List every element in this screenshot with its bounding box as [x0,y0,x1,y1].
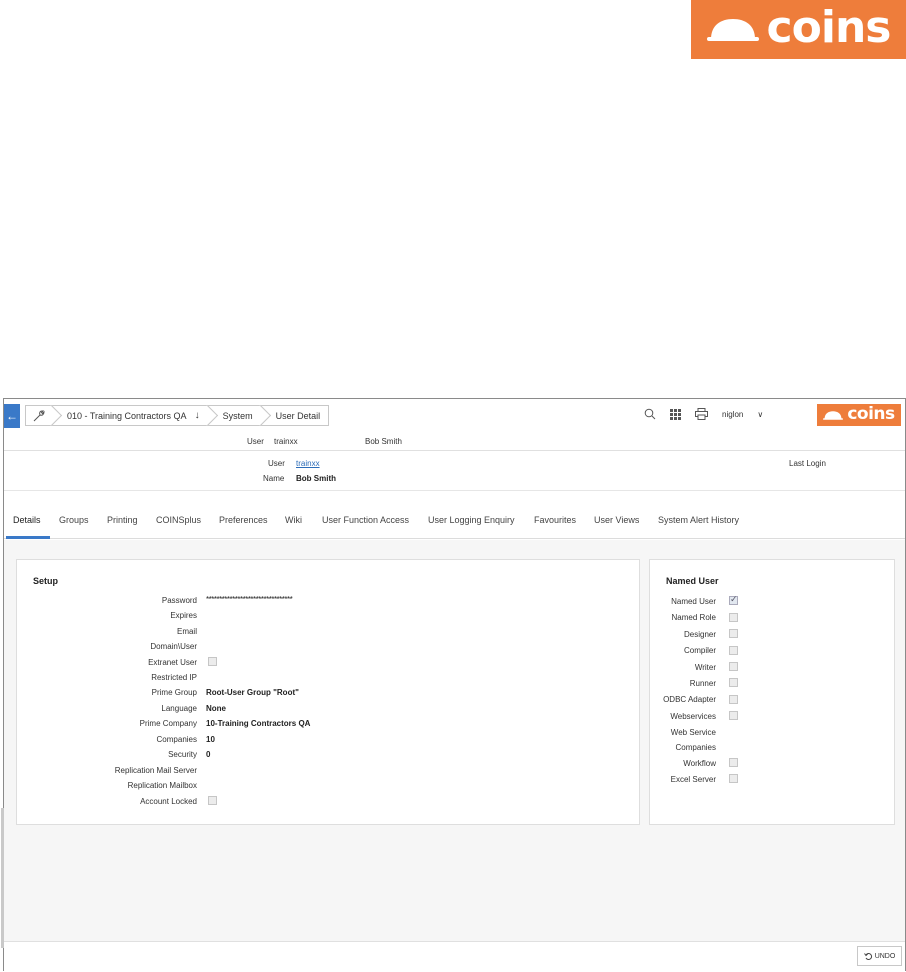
user-menu[interactable]: niglon [722,410,743,419]
breadcrumb-company[interactable]: 010 - Training Contractors QA ↓ [52,405,208,426]
prime-company-value: 10-Training Contractors QA [206,719,311,728]
header-user-link[interactable]: trainxx [296,459,320,468]
named-user-panel: Named User Named User Named Role Designe… [649,559,895,825]
password-value[interactable]: ********************************* [206,595,293,604]
writer-label: Writer [694,663,716,672]
app-window: ← 010 - Training Contractors QA ↓ System… [1,398,906,972]
breadcrumb: 010 - Training Contractors QA ↓ System U… [25,404,330,427]
header-name-value: Bob Smith [296,474,336,483]
tab-coinsplus[interactable]: COINSplus [156,515,201,525]
context-name-value: Bob Smith [365,437,402,446]
named-user-title: Named User [666,576,719,586]
record-header: User trainxx Name Bob Smith Last Login [4,451,905,491]
excel-server-checkbox[interactable] [729,774,738,783]
active-tab-indicator [6,536,50,539]
tab-wiki[interactable]: Wiki [285,515,302,525]
tab-user-function-access[interactable]: User Function Access [322,515,409,525]
companies-label: Companies [156,735,197,744]
replication-mail-server-label: Replication Mail Server [114,766,197,775]
tab-favourites[interactable]: Favourites [534,515,576,525]
compiler-checkbox[interactable] [729,646,738,655]
domain-user-label: Domain\User [150,642,197,651]
search-icon[interactable] [644,408,656,420]
tab-groups[interactable]: Groups [59,515,89,525]
odbc-adapter-checkbox[interactable] [729,695,738,704]
tab-printing[interactable]: Printing [107,515,138,525]
designer-label: Designer [683,630,716,639]
coins-logo-small: coins [817,404,901,426]
resize-handle[interactable] [1,808,4,948]
apps-grid-icon[interactable] [670,408,681,420]
language-label: Language [161,704,197,713]
hard-hat-icon [823,410,844,420]
setup-panel: Setup Password *************************… [16,559,640,825]
odbc-adapter-label: ODBC Adapter [663,695,716,704]
hard-hat-icon [706,18,759,41]
replication-mailbox-label: Replication Mailbox [127,781,197,790]
details-content: Setup Password *************************… [1,540,905,948]
runner-label: Runner [689,679,716,688]
header-name-label: Name [263,474,285,483]
restricted-ip-label: Restricted IP [151,673,197,682]
password-label: Password [161,596,197,605]
designer-checkbox[interactable] [729,629,738,638]
extranet-user-checkbox[interactable] [208,657,217,666]
compiler-label: Compiler [683,646,716,655]
tab-user-views[interactable]: User Views [594,515,639,525]
tab-bar: Details Groups Printing COINSplus Prefer… [4,507,905,539]
context-user-value: trainxx [274,437,298,446]
workflow-label: Workflow [683,759,716,768]
runner-checkbox[interactable] [729,678,738,687]
webservices-checkbox[interactable] [729,711,738,720]
security-value: 0 [206,750,211,759]
tab-system-alert-history[interactable]: System Alert History [658,515,739,525]
named-user-checkbox[interactable] [729,594,738,605]
prime-group-value: Root-User Group "Root" [206,688,299,697]
tab-details[interactable]: Details [13,515,41,525]
context-user-label: User [247,437,264,446]
email-label: Email [176,627,197,636]
printer-icon[interactable] [695,408,708,420]
last-login-label: Last Login [789,459,826,468]
workflow-checkbox[interactable] [729,758,738,767]
chevron-down-icon[interactable]: ∨ [757,410,763,419]
web-service-label: Web Service [670,728,716,737]
top-bar: 010 - Training Contractors QA ↓ System U… [4,399,905,432]
tab-preferences[interactable]: Preferences [219,515,268,525]
breadcrumb-home[interactable] [25,405,52,426]
footer-bar: UNDO [4,941,905,972]
tab-user-logging-enquiry[interactable]: User Logging Enquiry [428,515,515,525]
excel-server-label: Excel Server [670,775,716,784]
webservices-label: Webservices [670,712,716,721]
wrench-icon [33,410,45,421]
logo-wordmark: coins [766,1,892,53]
companies-value: 10 [206,735,215,744]
prime-group-label: Prime Group [151,688,197,697]
writer-checkbox[interactable] [729,662,738,671]
named-role-checkbox[interactable] [729,613,738,622]
named-role-label: Named Role [671,613,716,622]
context-bar: User trainxx Bob Smith [4,432,905,451]
named-user-label: Named User [671,597,716,606]
undo-button[interactable]: UNDO [857,946,902,966]
expires-label: Expires [170,611,197,620]
coins-logo: coins [691,0,906,59]
prime-company-label: Prime Company [139,719,197,728]
header-user-label: User [268,459,285,468]
setup-title: Setup [33,576,59,586]
account-locked-checkbox[interactable] [208,796,217,805]
language-value: None [206,704,226,713]
arrow-down-icon: ↓ [194,410,200,421]
extranet-user-label: Extranet User [148,658,197,667]
undo-icon [863,952,872,960]
security-label: Security [168,750,197,759]
account-locked-label: Account Locked [140,797,197,806]
web-service-companies-label: Companies [675,743,716,752]
